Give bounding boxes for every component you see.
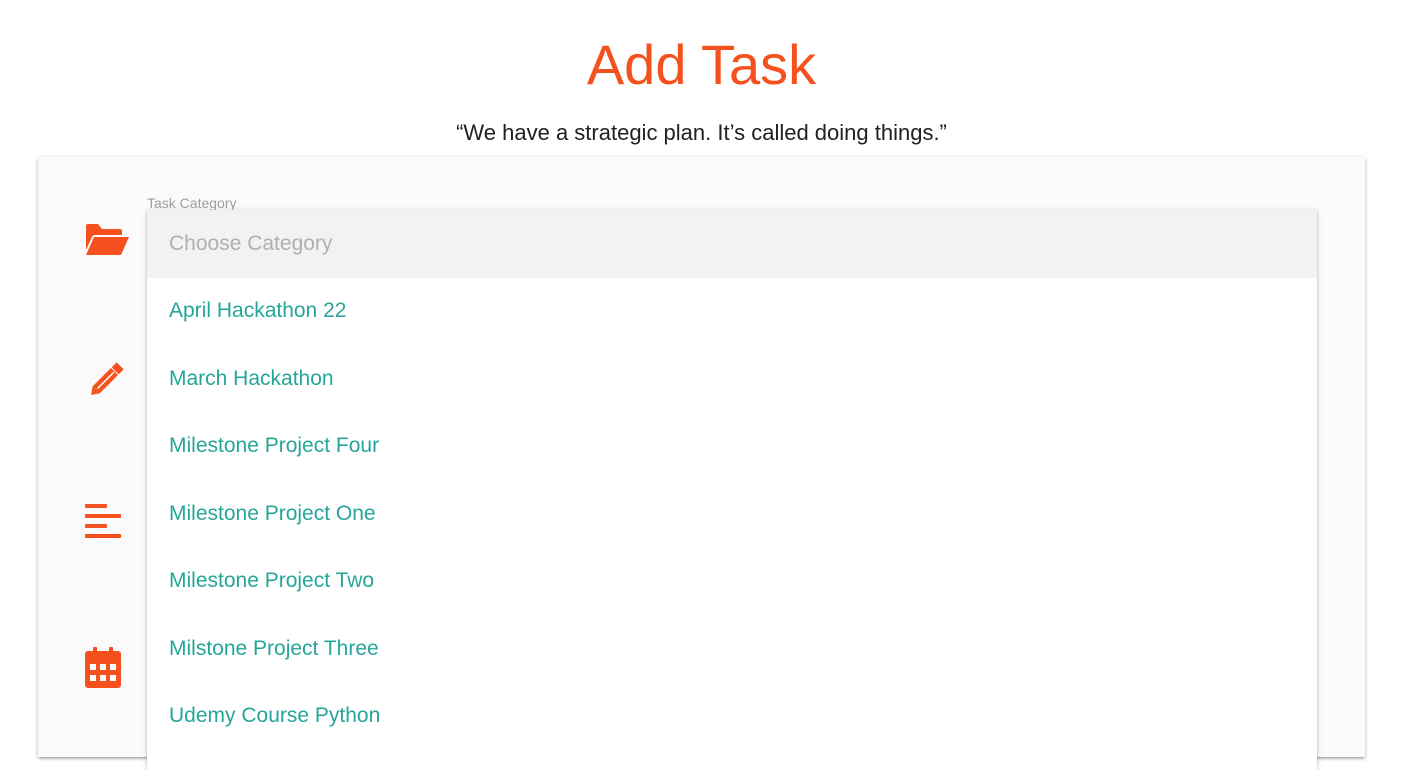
dropdown-option[interactable]: Udemy Course Python (147, 683, 1317, 751)
dropdown-placeholder-option: Choose Category (147, 210, 1317, 278)
dropdown-option[interactable]: Milstone Project Three (147, 615, 1317, 683)
dropdown-option[interactable]: Milestone Project Two (147, 548, 1317, 616)
page-title: Add Task (586, 33, 817, 96)
align-left-icon (84, 502, 130, 542)
folder-open-icon (84, 222, 130, 262)
dropdown-option[interactable]: Milestone Project One (147, 480, 1317, 548)
task-category-label: Task Category (147, 195, 237, 211)
page-quote: “We have a strategic plan. It’s called d… (456, 120, 947, 145)
dropdown-option[interactable]: April Hackathon 22 (147, 278, 1317, 346)
category-dropdown[interactable]: Choose Category April Hackathon 22 March… (147, 210, 1317, 770)
dropdown-option[interactable]: Milestone Project Four (147, 413, 1317, 481)
dropdown-option[interactable]: March Hackathon (147, 345, 1317, 413)
calendar-icon (84, 647, 130, 688)
pencil-icon (84, 358, 130, 398)
